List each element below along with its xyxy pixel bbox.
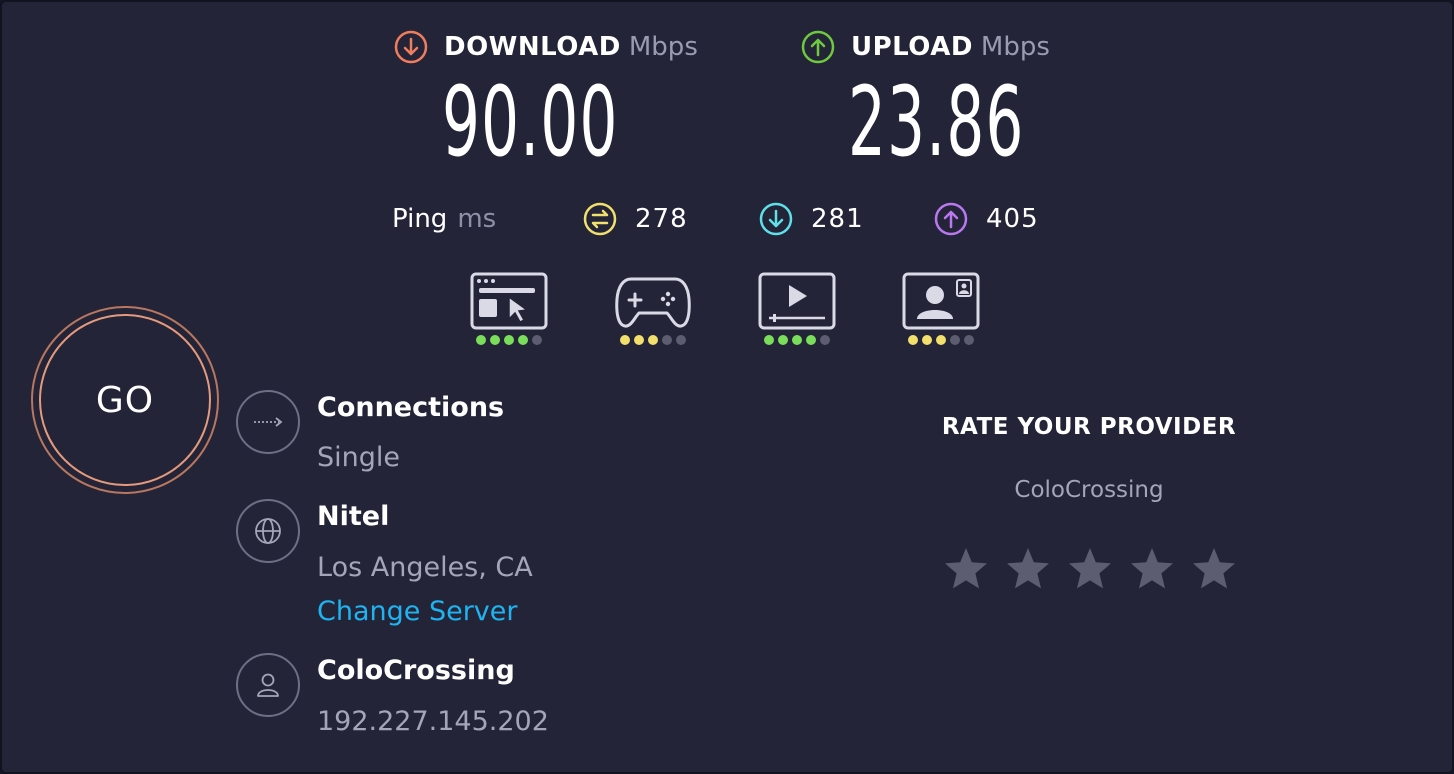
rate-provider-name: ColoCrossing	[1014, 477, 1164, 503]
rating-stars	[942, 545, 1238, 593]
star-icon[interactable]	[1066, 545, 1114, 593]
upload-value: 23.86	[848, 66, 1025, 178]
ping-download-value: 281	[811, 204, 864, 234]
rating-dot	[922, 335, 932, 345]
user-icon	[257, 673, 279, 697]
rating-dot	[676, 335, 686, 345]
star-icon[interactable]	[942, 545, 990, 593]
provider-name: ColoCrossing	[317, 655, 515, 686]
quality-streaming-rating	[757, 335, 837, 345]
connections-value[interactable]: Single	[317, 442, 400, 473]
go-label: GO	[95, 379, 155, 421]
rating-dot	[936, 335, 946, 345]
server-icon-button[interactable]	[236, 499, 300, 563]
video-play-icon	[758, 272, 836, 330]
ping-idle-value: 278	[635, 204, 688, 234]
connections-arrow-icon	[254, 417, 283, 427]
provider-icon-button[interactable]	[236, 653, 300, 717]
upload-latency-icon	[934, 202, 968, 236]
upload-unit: Mbps	[980, 32, 1050, 62]
quality-video-chat	[901, 271, 981, 345]
rating-dot	[504, 335, 514, 345]
upload-label: UPLOAD	[851, 32, 973, 62]
rating-dot	[662, 335, 672, 345]
rating-dot	[806, 335, 816, 345]
ping-heading: Ping ms	[392, 199, 496, 239]
provider-ip: 192.227.145.202	[317, 706, 549, 737]
connections-icon-button[interactable]	[236, 390, 300, 454]
go-button[interactable]: GO	[31, 306, 219, 494]
gamepad-icon	[615, 277, 691, 328]
ping-download: 281	[759, 199, 864, 239]
ping-unit: ms	[457, 204, 497, 234]
download-label: DOWNLOAD	[444, 32, 621, 62]
rating-dot	[532, 335, 542, 345]
rating-dot	[648, 335, 658, 345]
download-unit: Mbps	[628, 32, 698, 62]
change-server-link[interactable]: Change Server	[317, 596, 518, 627]
rating-dot	[778, 335, 788, 345]
quality-browsing-rating	[469, 335, 549, 345]
quality-gaming-rating	[613, 335, 693, 345]
rating-dot	[764, 335, 774, 345]
go-button-inner[interactable]: GO	[39, 314, 211, 486]
download-arrow-icon	[394, 30, 428, 64]
ping-upload-value: 405	[986, 204, 1039, 234]
star-icon[interactable]	[1190, 545, 1238, 593]
ping-label: Ping	[392, 204, 448, 234]
rating-dot	[820, 335, 830, 345]
quality-video-chat-rating	[901, 335, 981, 345]
connections-title: Connections	[317, 392, 505, 423]
ping-jitter-icon	[583, 202, 617, 236]
rating-dot	[908, 335, 918, 345]
browser-cursor-icon	[470, 272, 548, 330]
download-metric: DOWNLOAD Mbps	[394, 27, 698, 67]
rate-section: RATE YOUR PROVIDER	[889, 414, 1289, 440]
rating-dot	[476, 335, 486, 345]
speedtest-panel: DOWNLOAD Mbps 90.00 UPLOAD Mbps 23.86 Pi…	[0, 0, 1454, 774]
rating-dot	[634, 335, 644, 345]
download-value: 90.00	[442, 66, 619, 178]
ping-upload: 405	[934, 199, 1039, 239]
rate-title: RATE YOUR PROVIDER	[941, 414, 1237, 440]
quality-streaming	[757, 271, 837, 345]
rating-dot	[518, 335, 528, 345]
rate-provider-wrap: ColoCrossing	[889, 477, 1289, 503]
server-name: Nitel	[317, 501, 390, 532]
rating-dot	[792, 335, 802, 345]
ping-idle: 278	[583, 199, 688, 239]
rating-dot	[490, 335, 500, 345]
upload-metric: UPLOAD Mbps	[801, 27, 1050, 67]
quality-gaming	[613, 271, 693, 345]
quality-browsing	[469, 271, 549, 345]
globe-icon	[255, 518, 281, 544]
video-call-icon	[902, 272, 980, 330]
download-latency-icon	[759, 202, 793, 236]
star-icon[interactable]	[1004, 545, 1052, 593]
rating-dot	[964, 335, 974, 345]
star-icon[interactable]	[1128, 545, 1176, 593]
rating-dot	[620, 335, 630, 345]
upload-arrow-icon	[801, 30, 835, 64]
rating-dot	[950, 335, 960, 345]
server-location: Los Angeles, CA	[317, 552, 533, 583]
